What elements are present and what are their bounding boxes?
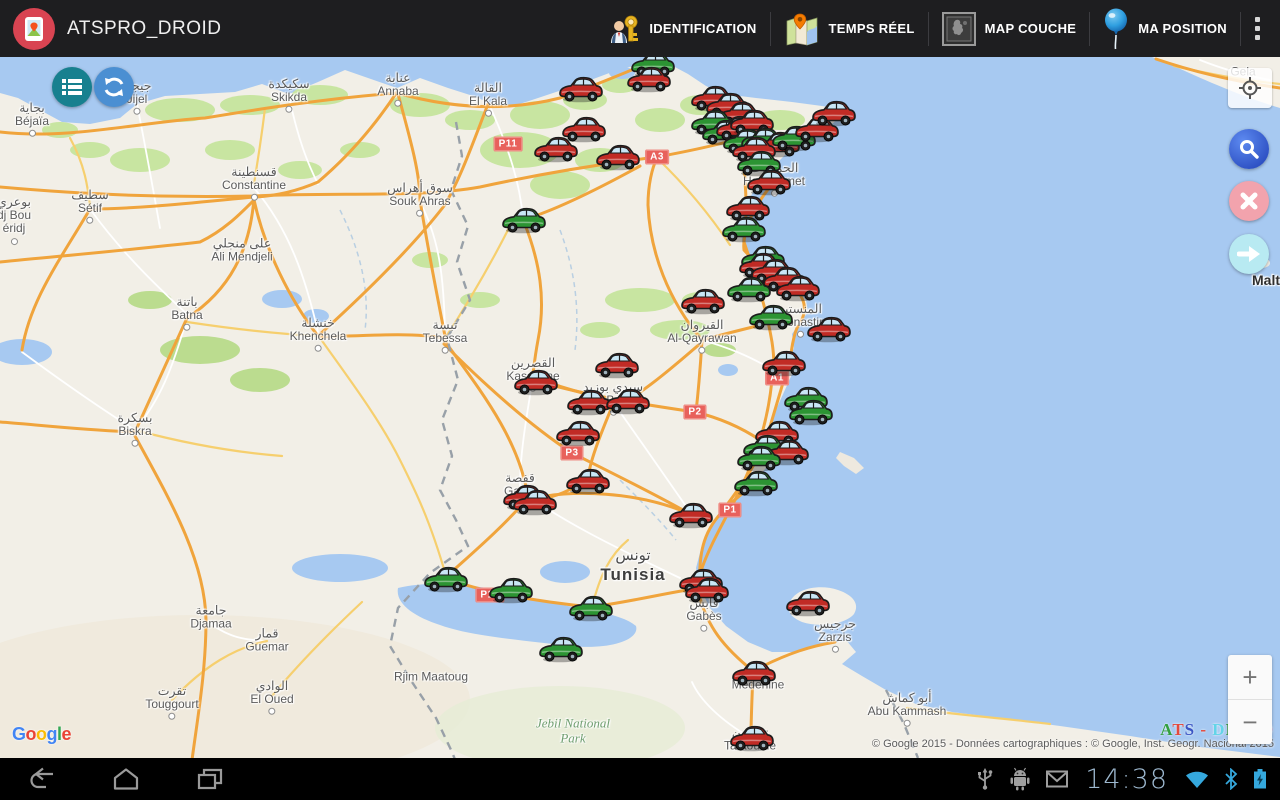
status-area: 14:38 — [975, 766, 1280, 793]
arrow-right-icon — [1237, 244, 1261, 264]
adb-robot-icon — [1009, 767, 1031, 791]
home-icon — [111, 767, 141, 791]
temps-reel-label: TEMPS RÉEL — [829, 21, 915, 36]
action-items: IDENTIFICATION TEMPS RÉEL — [597, 0, 1280, 57]
android-navbar: 14:38 — [0, 758, 1280, 800]
folded-map-pin-icon — [784, 12, 820, 46]
bluetooth-icon — [1224, 768, 1238, 790]
map-attribution: © Google 2015 - Données cartographiques … — [872, 738, 1274, 750]
battery-charging-icon — [1252, 767, 1268, 791]
zoom-in-button[interactable]: + — [1228, 655, 1272, 700]
top-action-bar: ATSPRO_DROID IDENTIFICATION — [0, 0, 1280, 57]
overflow-dot — [1255, 26, 1260, 31]
key-icon — [610, 13, 640, 45]
identification-button[interactable]: IDENTIFICATION — [597, 0, 769, 57]
close-button[interactable] — [1229, 181, 1269, 221]
usb-icon — [975, 767, 995, 791]
world-map-layer-icon — [942, 12, 976, 46]
search-icon — [1238, 138, 1260, 160]
phone-map-icon — [23, 16, 45, 42]
balloon-pin-icon — [1103, 8, 1129, 50]
map-couche-button[interactable]: MAP COUCHE — [929, 0, 1090, 57]
recents-icon — [195, 767, 225, 791]
map-canvas[interactable] — [0, 0, 1280, 800]
google-logo: Google — [12, 724, 71, 745]
recents-button[interactable] — [168, 758, 252, 800]
map-couche-label: MAP COUCHE — [985, 21, 1077, 36]
overflow-menu-button[interactable] — [1241, 0, 1280, 57]
ma-position-button[interactable]: MA POSITION — [1090, 0, 1240, 57]
wifi-icon — [1184, 768, 1210, 790]
search-button[interactable] — [1229, 129, 1269, 169]
vehicle-list-button[interactable] — [52, 67, 92, 107]
list-icon — [62, 78, 82, 96]
overflow-dot — [1255, 17, 1260, 22]
app-title: ATSPRO_DROID — [67, 18, 222, 40]
app-icon[interactable] — [13, 8, 55, 50]
refresh-icon — [102, 75, 126, 99]
next-button[interactable] — [1229, 234, 1269, 274]
temps-reel-button[interactable]: TEMPS RÉEL — [771, 0, 928, 57]
ma-position-label: MA POSITION — [1138, 21, 1227, 36]
refresh-button[interactable] — [94, 67, 134, 107]
overflow-dot — [1255, 35, 1260, 40]
identification-label: IDENTIFICATION — [649, 21, 756, 36]
my-location-button[interactable] — [1228, 68, 1272, 108]
home-button[interactable] — [84, 758, 168, 800]
gmail-icon — [1045, 769, 1069, 789]
zoom-control: + − — [1228, 655, 1272, 744]
crosshair-icon — [1238, 76, 1262, 100]
back-icon — [27, 767, 57, 791]
close-icon — [1239, 191, 1259, 211]
status-clock: 14:38 — [1085, 766, 1168, 793]
zoom-out-button[interactable]: − — [1228, 700, 1272, 744]
app-screen: بجايةBéjaïaجيجلJijelسكيكدةSkikdaعنابةAnn… — [0, 0, 1280, 800]
back-button[interactable] — [0, 758, 84, 800]
